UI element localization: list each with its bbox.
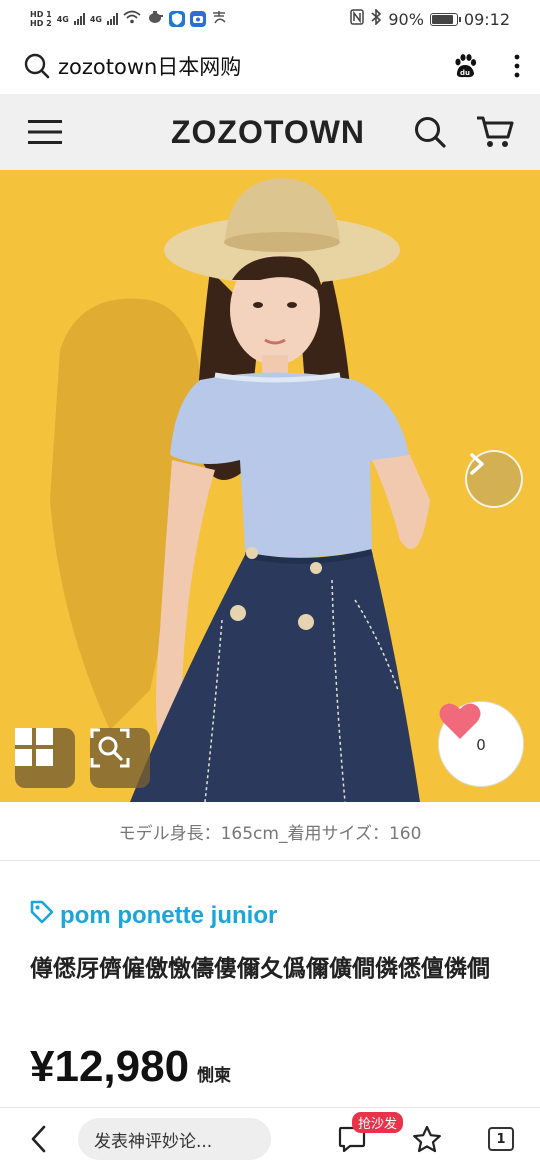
battery-percent: 90% [388,9,424,29]
brand-link[interactable]: pom ponette junior [30,900,277,931]
tabs-count-button[interactable]: 1 [488,1127,514,1151]
status-bar: HD 1 HD 2 4G 4G 90% 09:12 [0,0,540,38]
like-button[interactable]: 0 [438,701,524,787]
zoom-button[interactable] [90,728,150,788]
site-header: ZOZOTOWN [0,94,540,170]
product-image[interactable]: 0 [0,170,540,802]
sim2-label: HD 2 [30,19,52,28]
status-left: HD 1 HD 2 4G 4G [30,10,227,28]
browser-search-bar[interactable]: zozotown日本网购 du [0,38,540,94]
next-image-button[interactable] [465,450,523,508]
header-actions [414,115,514,149]
brand-name: pom ponette junior [60,901,278,929]
tax-label: 惻柬 [197,1066,232,1086]
net2-label: 4G [89,14,102,24]
comment-input[interactable]: 发表神评妙论... [78,1118,271,1160]
signal-icon [73,13,85,25]
comments-button[interactable]: 抢沙发 [338,1112,404,1152]
tag-icon [30,900,54,931]
teapot-icon [146,10,164,28]
app-shield-icon [168,11,185,27]
status-right: 90% 09:12 [350,8,510,29]
nfc-icon [350,9,365,29]
bluetooth-icon [370,8,382,29]
price-block: ¥12,980 惻柬 [30,1042,231,1092]
clock: 09:12 [463,9,510,29]
battery-fill [431,14,454,24]
model-info: モデル身長：165cm_着用サイズ：160 [0,803,540,861]
sim-indicators: HD 1 HD 2 [30,10,52,28]
battery-icon [429,12,461,26]
product-title: 僔僁厊儕僱儌憿儔僂儞夂僞儞儣僴僯僁儃僯僴 [30,956,490,982]
signal-icon [106,13,118,25]
svg-text:du: du [460,69,470,77]
cart-icon[interactable] [476,115,514,149]
site-logo[interactable]: ZOZOTOWN [171,114,365,151]
browser-bottom-bar: 发表神评妙论... 抢沙发 1 [0,1107,540,1170]
star-icon[interactable] [412,1125,442,1153]
baidu-paw-icon[interactable]: du [452,53,478,79]
site-search-icon[interactable] [414,116,446,148]
price-value: ¥12,980 [30,1042,190,1091]
more-options-icon[interactable] [514,54,520,78]
hamburger-menu-icon[interactable] [28,118,62,146]
sim1-label: HD 1 [30,10,52,19]
back-arrow-icon[interactable] [30,1125,46,1153]
alipay-icon [211,10,227,28]
app-camera-icon [189,11,206,27]
net1-label: 4G [56,14,69,24]
bottom-actions: 抢沙发 1 [338,1112,514,1153]
hot-badge: 抢沙发 [352,1112,404,1133]
grid-view-button[interactable] [15,728,75,788]
search-icon [24,53,50,79]
wifi-icon [123,10,141,28]
search-query[interactable]: zozotown日本网购 [58,51,452,81]
